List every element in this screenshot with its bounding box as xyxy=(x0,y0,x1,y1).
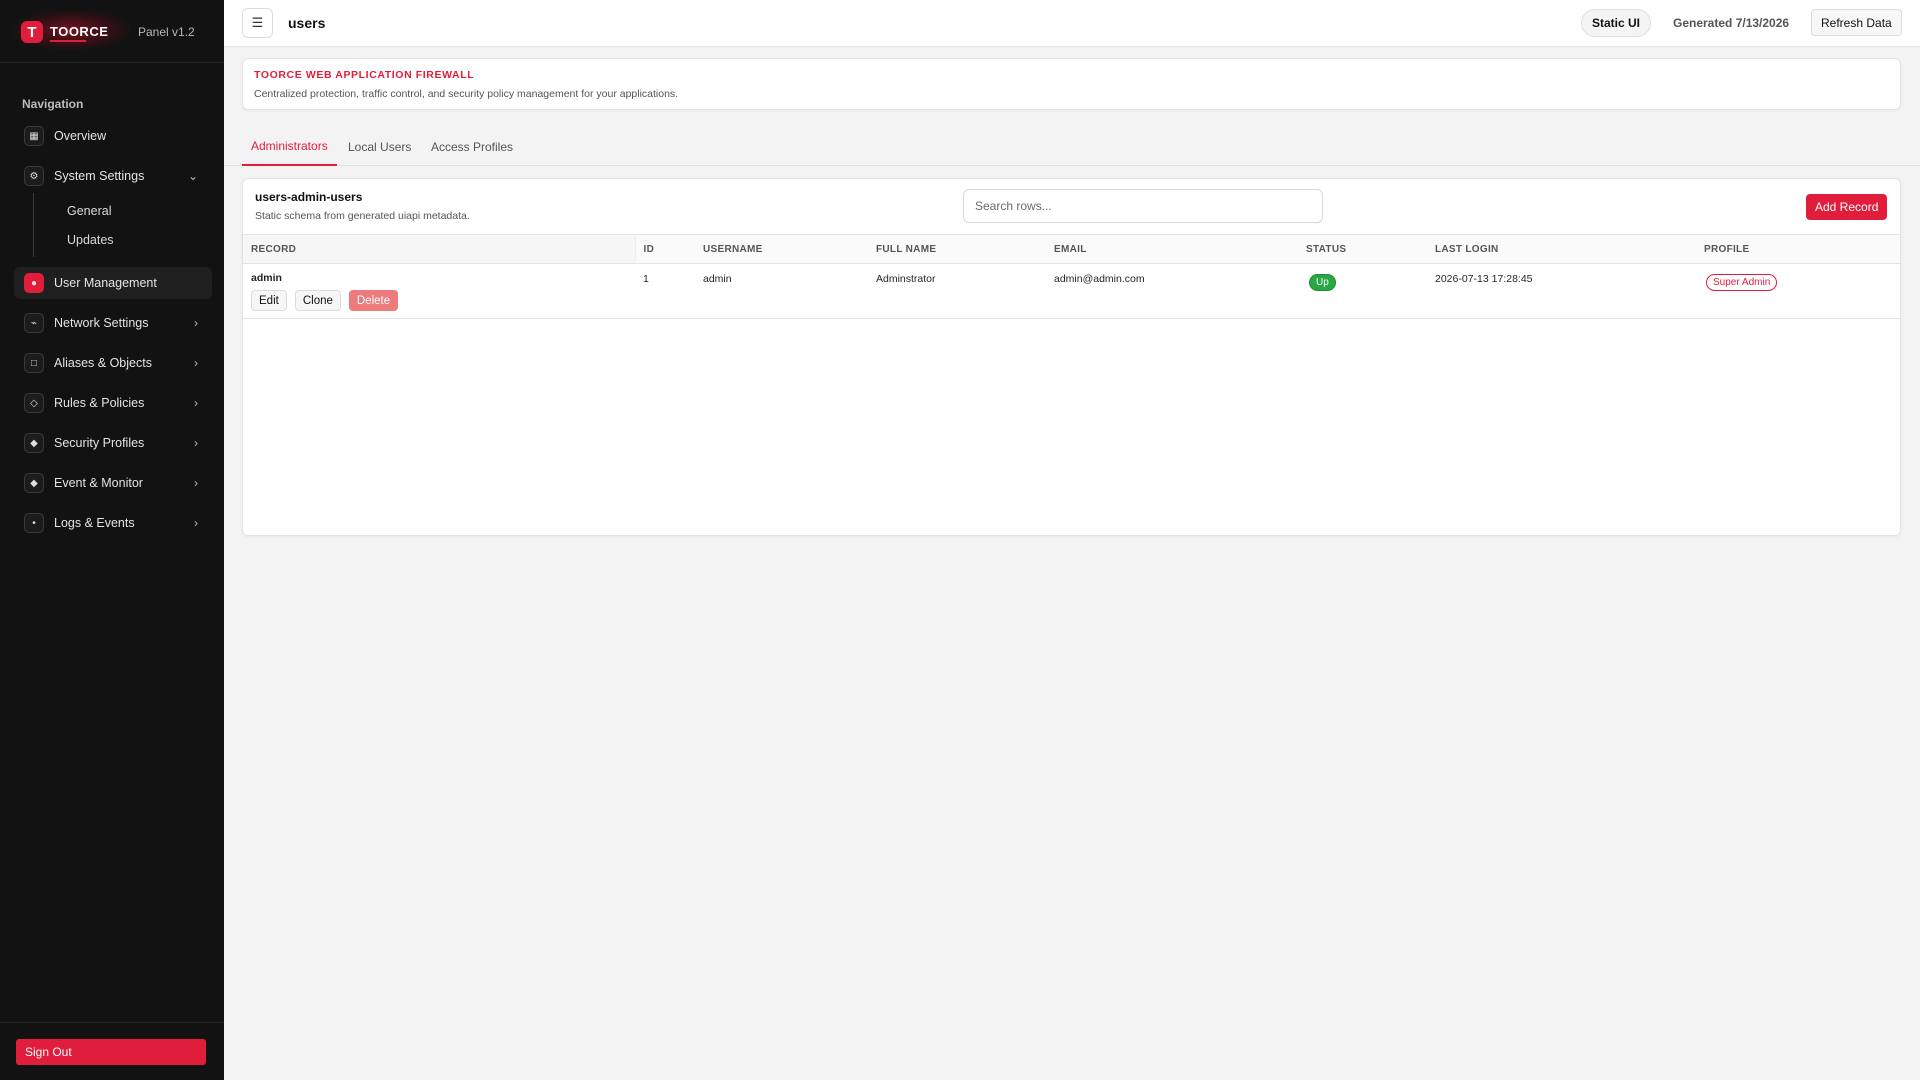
sidebar-subitem-general[interactable]: General xyxy=(67,204,111,218)
chevron-down-icon: ⌄ xyxy=(187,169,198,183)
table-header-row: RECORD ID USERNAME FULL NAME EMAIL STATU… xyxy=(243,234,1900,264)
grid-icon: ▦ xyxy=(24,126,44,146)
records-card: users-admin-users Static schema from gen… xyxy=(242,178,1901,536)
sidebar-item-label: Aliases & Objects xyxy=(54,356,152,370)
sidebar-item-label: Network Settings xyxy=(54,316,149,330)
dot-icon: • xyxy=(24,513,44,533)
add-record-button[interactable]: Add Record xyxy=(1806,194,1888,220)
tab-access-profiles[interactable]: Access Profiles xyxy=(422,128,522,166)
banner-title: TOORCE WEB APPLICATION FIREWALL xyxy=(254,69,475,81)
card-title: users-admin-users xyxy=(255,190,363,204)
sidebar-subitem-updates[interactable]: Updates xyxy=(67,233,114,247)
submenu-guide xyxy=(33,193,34,257)
clone-button[interactable]: Clone xyxy=(294,290,341,311)
sidebar-item-label: System Settings xyxy=(54,169,145,183)
column-header-username: USERNAME xyxy=(695,234,868,264)
diamond-icon: ◆ xyxy=(24,473,44,493)
nav-heading: Navigation xyxy=(22,97,84,111)
sidebar-item-security-profiles[interactable]: ◆ Security Profiles › xyxy=(14,427,212,459)
delete-button[interactable]: Delete xyxy=(348,290,399,311)
record-cell: admin Edit Clone Delete xyxy=(243,264,635,319)
search-input[interactable] xyxy=(963,189,1323,223)
profile-cell: Super Admin xyxy=(1696,264,1900,319)
sidebar-item-overview[interactable]: ▦ Overview xyxy=(14,120,212,152)
topbar: ☰ users Static UI Generated 7/13/2026 Re… xyxy=(224,0,1920,47)
brand-underline xyxy=(50,40,86,42)
banner-subtitle: Centralized protection, traffic control,… xyxy=(254,88,679,100)
sidebar-item-rules-policies[interactable]: ◇ Rules & Policies › xyxy=(14,387,212,419)
generated-timestamp: Generated 7/13/2026 xyxy=(1673,16,1790,30)
chevron-right-icon: › xyxy=(194,516,198,530)
sidebar-item-label: User Management xyxy=(54,276,157,290)
diamond-outline-icon: ◇ xyxy=(24,393,44,413)
sign-out-button[interactable]: Sign Out xyxy=(16,1039,206,1065)
chevron-right-icon: › xyxy=(194,396,198,410)
column-header-last-login: LAST LOGIN xyxy=(1427,234,1696,264)
sidebar-item-logs-events[interactable]: • Logs & Events › xyxy=(14,507,212,539)
email-cell: admin@admin.com xyxy=(1054,273,1145,285)
column-header-id: ID xyxy=(635,234,695,264)
sidebar-item-label: Logs & Events xyxy=(54,516,135,530)
column-header-status: STATUS xyxy=(1298,234,1427,264)
row-actions: Edit Clone Delete xyxy=(251,290,635,311)
status-badge: Up xyxy=(1309,274,1336,291)
id-cell: 1 xyxy=(643,273,649,285)
edit-button[interactable]: Edit xyxy=(251,290,287,311)
column-header-record: RECORD xyxy=(243,234,636,264)
chevron-right-icon: › xyxy=(194,476,198,490)
square-icon: □ xyxy=(24,353,44,373)
logo-icon: T xyxy=(21,21,43,43)
card-subtitle: Static schema from generated uiapi metad… xyxy=(255,210,470,222)
sidebar-item-label: Overview xyxy=(54,129,107,143)
profile-badge: Super Admin xyxy=(1706,274,1778,291)
menu-toggle-button[interactable]: ☰ xyxy=(242,8,273,38)
gear-icon: ⚙ xyxy=(24,166,44,186)
table-row: admin Edit Clone Delete 1 admin Adminstr… xyxy=(243,264,1900,319)
sidebar-item-label: Event & Monitor xyxy=(54,476,143,490)
full-name-cell: Adminstrator xyxy=(876,273,936,285)
tab-administrators[interactable]: Administrators xyxy=(242,128,337,166)
product-banner: TOORCE WEB APPLICATION FIREWALL Centrali… xyxy=(242,58,1901,110)
tab-bar: Administrators Local Users Access Profil… xyxy=(224,128,1920,166)
sidebar-item-label: Security Profiles xyxy=(54,436,145,450)
hamburger-icon: ☰ xyxy=(251,15,264,30)
last-login-cell: 2026-07-13 17:28:45 xyxy=(1435,273,1533,285)
username-cell: admin xyxy=(703,273,732,285)
chevron-right-icon: › xyxy=(194,316,198,330)
sidebar: T TOORCE Panel v1.2 Navigation ▦ Overvie… xyxy=(0,0,224,1080)
panel-version: Panel v1.2 xyxy=(138,25,195,39)
sidebar-item-aliases-objects[interactable]: □ Aliases & Objects › xyxy=(14,347,212,379)
chevron-right-icon: › xyxy=(194,356,198,370)
sidebar-item-label: Rules & Policies xyxy=(54,396,145,410)
sidebar-item-system-settings[interactable]: ⚙ System Settings ⌄ xyxy=(14,160,212,192)
sidebar-item-network-settings[interactable]: ⌁ Network Settings › xyxy=(14,307,212,339)
column-header-profile: PROFILE xyxy=(1696,234,1900,264)
refresh-data-button[interactable]: Refresh Data xyxy=(1811,9,1902,36)
network-icon: ⌁ xyxy=(24,313,44,333)
brand-name: TOORCE xyxy=(50,24,109,39)
static-ui-badge: Static UI xyxy=(1581,9,1652,37)
page-title: users xyxy=(288,15,326,31)
sidebar-footer: Sign Out xyxy=(0,1022,224,1080)
status-cell: Up xyxy=(1298,264,1427,319)
column-header-full-name: FULL NAME xyxy=(868,234,1046,264)
users-icon: ● xyxy=(24,273,44,293)
tab-local-users[interactable]: Local Users xyxy=(339,128,420,166)
records-table: RECORD ID USERNAME FULL NAME EMAIL STATU… xyxy=(243,234,1900,319)
brand-header: T TOORCE Panel v1.2 xyxy=(0,0,224,63)
column-header-email: EMAIL xyxy=(1046,234,1298,264)
chevron-right-icon: › xyxy=(194,436,198,450)
sidebar-item-user-management[interactable]: ● User Management xyxy=(14,267,212,299)
sidebar-item-event-monitor[interactable]: ◆ Event & Monitor › xyxy=(14,467,212,499)
record-name: admin xyxy=(251,272,282,284)
diamond-icon: ◆ xyxy=(24,433,44,453)
